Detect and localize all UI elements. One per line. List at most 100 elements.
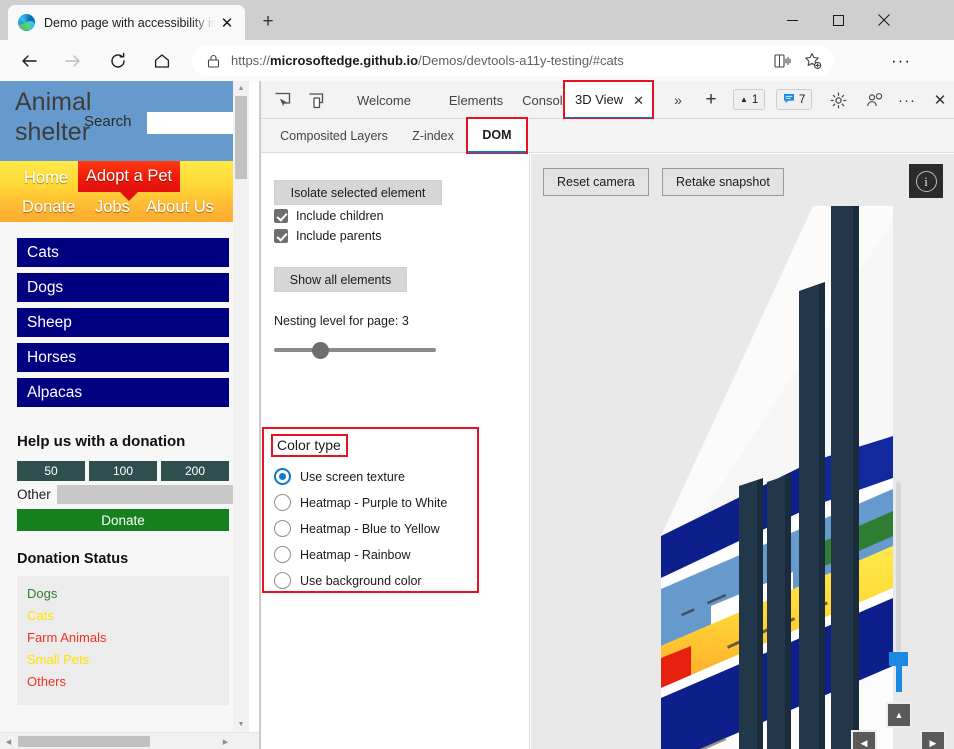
retake-snapshot-button[interactable]: Retake snapshot	[662, 168, 784, 196]
reload-icon[interactable]	[103, 46, 133, 76]
browser-tab[interactable]: Demo page with accessibility iss ✕	[8, 5, 245, 40]
donation-other-row: Other	[17, 485, 238, 504]
zoom-slider-track[interactable]	[896, 482, 901, 652]
read-aloud-icon[interactable]	[768, 48, 798, 74]
address-bar[interactable]: https://microsoftedge.github.io/Demos/de…	[192, 45, 834, 76]
include-children-checkbox[interactable]	[274, 209, 288, 223]
nav-item-jobs[interactable]: Jobs	[95, 198, 130, 217]
radio-heatmap-blue-to-yellow[interactable]: Heatmap - Blue to Yellow	[274, 520, 440, 537]
radio-heatmap-rainbow[interactable]: Heatmap - Rainbow	[274, 546, 410, 563]
pan-left-button[interactable]: ◀	[851, 730, 877, 749]
feedback-icon[interactable]	[862, 89, 886, 111]
search-input[interactable]	[147, 112, 244, 134]
nesting-level-slider-thumb[interactable]	[312, 342, 329, 359]
color-type-heading: Color type	[271, 434, 348, 457]
nav-item-about-us[interactable]: About Us	[146, 198, 214, 217]
nav-item-adopt-a-pet[interactable]: Adopt a Pet	[78, 161, 180, 192]
scroll-right-arrow-icon[interactable]: ▶	[217, 733, 234, 749]
radio-use-background-color[interactable]: Use background color	[274, 572, 422, 589]
reset-camera-button[interactable]: Reset camera	[543, 168, 649, 196]
radio-use-screen-texture[interactable]: Use screen texture	[274, 468, 405, 485]
tab-close-icon[interactable]: ✕	[215, 11, 239, 35]
window-minimize-button[interactable]	[769, 0, 815, 40]
home-icon[interactable]	[147, 46, 177, 76]
tab-elements[interactable]: Elements	[436, 81, 516, 119]
site-header: Animal shelter Search	[0, 81, 244, 161]
nav-item-donate[interactable]: Donate	[22, 198, 75, 217]
donation-amount-200[interactable]: 200	[161, 461, 229, 481]
gear-icon[interactable]	[826, 89, 850, 111]
pan-up-button[interactable]: ▲	[886, 702, 912, 728]
devtools-more-icon[interactable]: ···	[895, 89, 919, 111]
info-button[interactable]: i	[909, 164, 943, 198]
vertical-scroll-thumb[interactable]	[235, 96, 247, 179]
nesting-level-label: Nesting level for page: 3	[274, 314, 409, 328]
radio-heatmap-purple-to-white-button[interactable]	[274, 494, 291, 511]
radio-use-screen-texture-button[interactable]	[274, 468, 291, 485]
3d-viewport-pane: Reset camera Retake snapshot i ▲ ◀ ▶	[531, 154, 954, 749]
donation-status-heading: Donation Status	[17, 551, 129, 567]
category-item-cats[interactable]: Cats	[17, 238, 229, 267]
more-tabs-icon[interactable]: »	[666, 89, 690, 111]
donate-button[interactable]: Donate	[17, 509, 229, 531]
scroll-up-arrow-icon[interactable]: ▲	[233, 81, 249, 96]
add-tab-button[interactable]: +	[699, 88, 723, 112]
device-emulation-icon[interactable]	[304, 89, 328, 111]
category-item-horses[interactable]: Horses	[17, 343, 229, 372]
browser-settings-icon[interactable]: ···	[886, 46, 916, 76]
isolate-selected-element-button[interactable]: Isolate selected element	[274, 180, 442, 205]
favorite-star-icon[interactable]	[798, 48, 828, 74]
web-page-content: Animal shelter Search Home Adopt a Pet D…	[0, 81, 260, 749]
devtools-close-icon[interactable]: ✕	[928, 89, 952, 111]
pan-right-button[interactable]: ▶	[920, 730, 946, 749]
window-maximize-button[interactable]	[815, 0, 861, 40]
new-tab-button[interactable]: +	[254, 9, 282, 35]
include-parents-checkbox-row[interactable]: Include parents	[274, 229, 381, 243]
info-icon: i	[915, 170, 937, 192]
radio-heatmap-rainbow-label: Heatmap - Rainbow	[300, 547, 411, 562]
nav-item-home[interactable]: Home	[24, 169, 68, 188]
title-bar: Demo page with accessibility iss ✕ +	[0, 0, 954, 40]
page-horizontal-scrollbar[interactable]: ◀ ▶	[0, 732, 259, 749]
show-all-elements-button[interactable]: Show all elements	[274, 267, 407, 292]
donation-amount-100[interactable]: 100	[89, 461, 157, 481]
category-item-dogs[interactable]: Dogs	[17, 273, 229, 302]
scroll-left-arrow-icon[interactable]: ◀	[0, 733, 17, 749]
message-bubble-icon	[783, 93, 795, 107]
category-item-alpacas[interactable]: Alpacas	[17, 378, 229, 407]
window-close-button[interactable]	[861, 0, 907, 40]
horizontal-scroll-thumb[interactable]	[18, 736, 150, 747]
lock-icon	[204, 54, 222, 68]
forward-icon	[58, 46, 88, 76]
radio-use-background-color-button[interactable]	[274, 572, 291, 589]
subtab-z-index[interactable]: Z-index	[398, 119, 468, 153]
3d-scene-canvas[interactable]	[531, 206, 954, 749]
tab-3d-view[interactable]: 3D View ✕	[564, 81, 652, 119]
scroll-down-arrow-icon[interactable]: ▼	[233, 717, 249, 732]
status-item-farm-animals: Farm Animals	[27, 630, 107, 645]
warning-count: 1	[751, 93, 759, 106]
radio-heatmap-purple-to-white[interactable]: Heatmap - Purple to White	[274, 494, 447, 511]
radio-heatmap-blue-to-yellow-label: Heatmap - Blue to Yellow	[300, 521, 440, 536]
donation-other-input[interactable]	[56, 485, 238, 504]
tab-3d-view-close-icon[interactable]: ✕	[633, 93, 644, 109]
donation-amount-50[interactable]: 50	[17, 461, 85, 481]
inspect-element-icon[interactable]	[270, 89, 294, 111]
nesting-level-slider[interactable]	[274, 348, 436, 352]
message-count: 7	[799, 93, 806, 106]
message-badge[interactable]: 7	[776, 89, 813, 110]
page-vertical-scrollbar[interactable]: ▲ ▼	[233, 81, 249, 732]
subtab-composited-layers[interactable]: Composited Layers	[269, 119, 399, 153]
warning-badge[interactable]: ▲ 1	[733, 89, 766, 110]
include-parents-checkbox[interactable]	[274, 229, 288, 243]
zoom-slider-thumb[interactable]	[889, 652, 908, 666]
include-children-checkbox-row[interactable]: Include children	[274, 209, 384, 223]
back-icon[interactable]	[14, 46, 44, 76]
donation-section: Help us with a donation 50 100 200 Other…	[0, 419, 244, 705]
subtab-dom[interactable]: DOM	[468, 119, 526, 153]
tab-welcome[interactable]: Welcome	[344, 81, 424, 119]
radio-heatmap-blue-to-yellow-button[interactable]	[274, 520, 291, 537]
category-item-sheep[interactable]: Sheep	[17, 308, 229, 337]
radio-heatmap-rainbow-button[interactable]	[274, 546, 291, 563]
radio-heatmap-purple-to-white-label: Heatmap - Purple to White	[300, 495, 448, 510]
